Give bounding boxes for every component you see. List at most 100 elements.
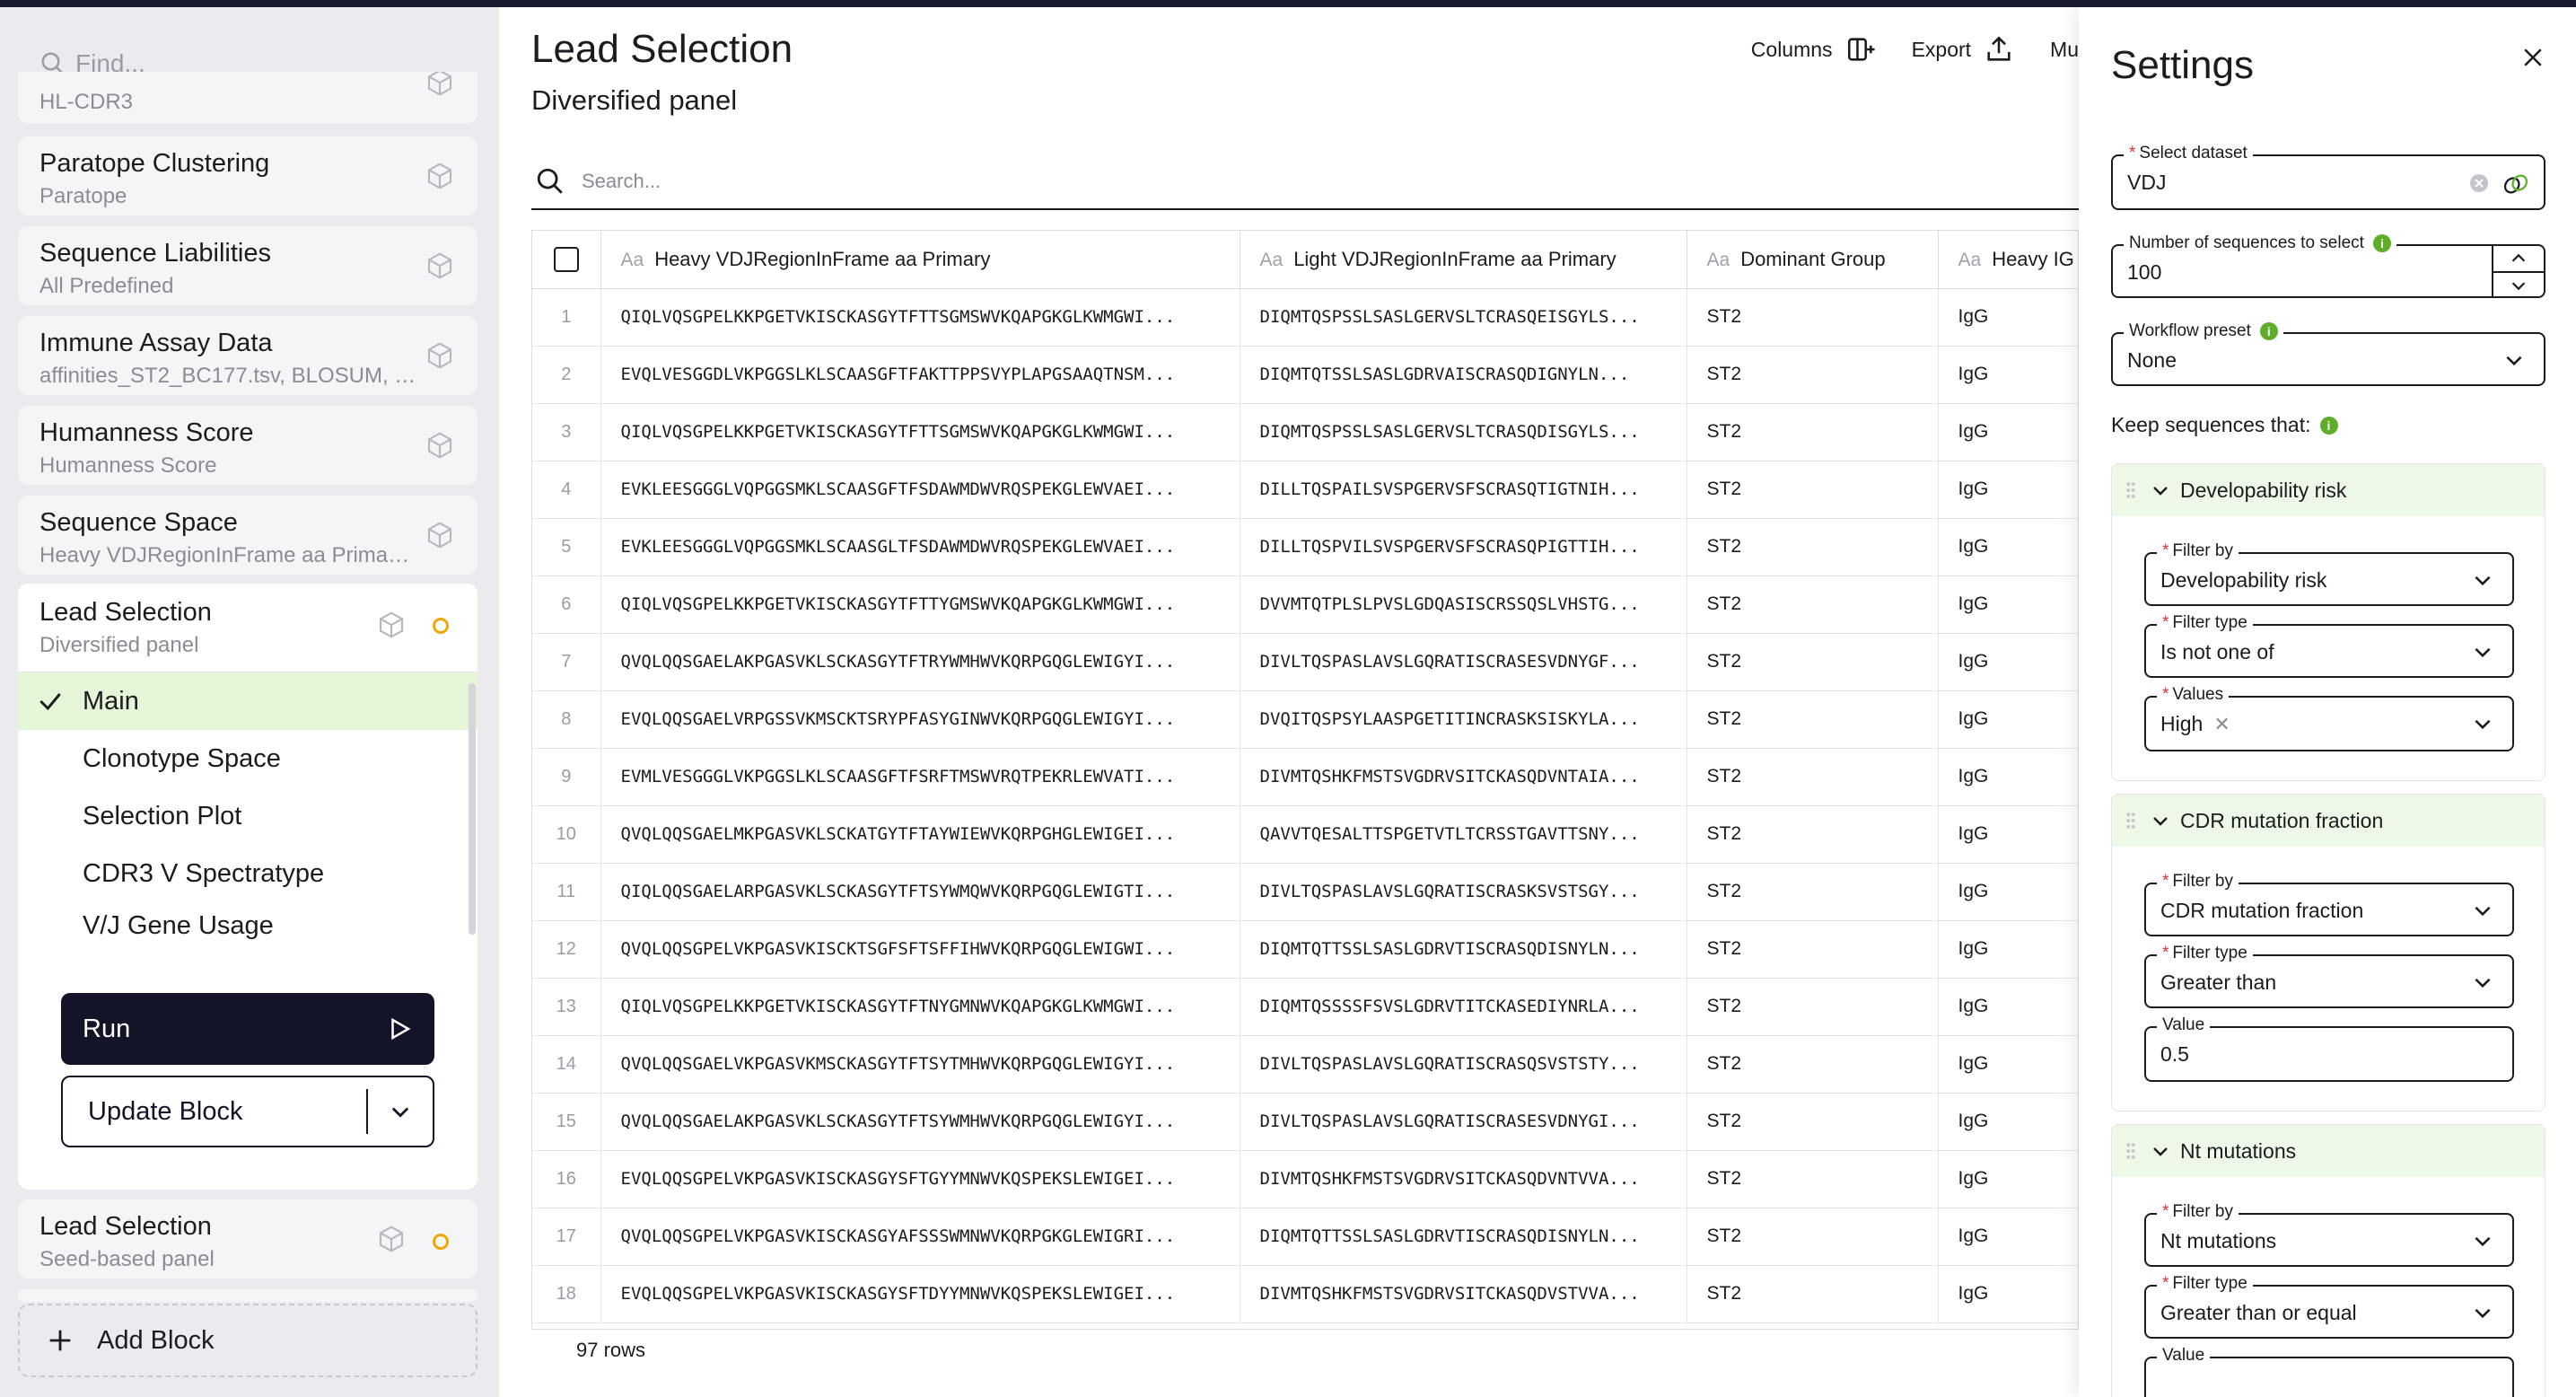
column-header-heavy[interactable]: Aa Heavy VDJRegionInFrame aa Primary	[600, 231, 1240, 289]
block-subtitle: affinities_ST2_BC177.tsv, BLOSUM, i...	[39, 364, 416, 388]
block-card-lead-selection-seed[interactable]: Lead Selection Seed-based panel	[18, 1199, 478, 1278]
text-type-icon: Aa	[1259, 249, 1284, 270]
cell-light-sequence: DIVLTQSPASLAVSLGQRATISCRASESVDNYGI...	[1240, 1093, 1687, 1151]
block-card-sequence-space[interactable]: Sequence Space Heavy VDJRegionInFrame aa…	[18, 496, 478, 575]
drag-handle-icon[interactable]	[2125, 480, 2137, 500]
table-row[interactable]: 1 QIQLVQSGPELKKPGETVKISCKASGYTFTTSGMSWVKQ…	[532, 288, 2078, 347]
block-card-cdr3[interactable]: HL-CDR3	[18, 72, 478, 124]
row-number: 3	[532, 403, 601, 461]
columns-icon	[1847, 38, 1875, 61]
filter-by-select[interactable]: * Filter by Developability risk	[2144, 541, 2514, 606]
table-row[interactable]: 8 EVQLQQSGAELVRPGSSVKMSCKTSRYPFASYGINWVKQ…	[532, 690, 2078, 749]
table-row[interactable]: 12 QVQLQQSGPELVKPGASVKISCKTSGFSFTSFFIHWVK…	[532, 920, 2078, 979]
table-row[interactable]: 11 QIQLQQSGAELARPGASVKLSCKASGYTFTSYWMQWVK…	[532, 863, 2078, 921]
filter-type-select[interactable]: * Filter type Is not one of	[2144, 613, 2514, 678]
block-title: Sequence Liabilities	[39, 239, 271, 268]
active-block-header[interactable]: Lead Selection Diversified panel	[18, 584, 478, 670]
run-button[interactable]: Run	[61, 993, 434, 1065]
cube-icon	[427, 342, 452, 369]
more-label: Mu	[2050, 37, 2079, 61]
cell-heavy-sequence: EVQLQQSGPELVKPGASVKISCKASGYSFTGYYMNWVKQS…	[600, 1150, 1240, 1208]
toolbar: Columns Export Mu	[1751, 34, 2079, 65]
table-row[interactable]: 3 QIQLVQSGPELKKPGETVKISCKASGYTFTTSGMSWVKQ…	[532, 403, 2078, 461]
subnav-item-vj-gene-usage[interactable]: V/J Gene Usage	[18, 902, 478, 942]
filter-by-select[interactable]: * Filter by CDR mutation fraction	[2144, 872, 2514, 936]
filter-header[interactable]: Nt mutations	[2112, 1125, 2545, 1177]
cell-light-sequence: DVQITQSPSYLAASPGETITINCRASKSISKYLA...	[1240, 690, 1687, 749]
table-row[interactable]: 10 QVQLQQSGAELMKPGASVKLSCKATGYTFTAYWIEWVK…	[532, 805, 2078, 864]
table-row[interactable]: 7 QVQLQQSGAELAKPGASVKLSCKASGYTFTRYWMHWVKQ…	[532, 633, 2078, 691]
more-button[interactable]: Mu	[2050, 38, 2079, 62]
cell-heavy-sequence: EVQLQQSGPELVKPGASVKISCKASGYSFTDYYMNWVKQS…	[600, 1265, 1240, 1323]
block-card-humanness-score[interactable]: Humanness Score Humanness Score	[18, 406, 478, 485]
table-row[interactable]: 5 EVKLEESGGGLVQPGGSMKLSCAASGLTFSDAWMDWVRQ…	[532, 518, 2078, 576]
cube-icon	[379, 611, 404, 638]
table-row[interactable]: 9 EVMLVESGGGLVKPGGSLKLSCAASGFTFSRFTMSWVRQ…	[532, 748, 2078, 806]
cube-icon	[427, 163, 452, 189]
remove-tag-icon[interactable]: ✕	[2213, 713, 2230, 736]
update-block-button[interactable]: Update Block	[61, 1076, 434, 1147]
columns-button[interactable]: Columns	[1751, 34, 1876, 65]
value-input[interactable]: Value 0.5	[2144, 1015, 2514, 1082]
table-row[interactable]: 17 QVQLQQSGPELVKPGASVKISCKASGYAFSSSWMNWVK…	[532, 1208, 2078, 1266]
add-block-button[interactable]: Add Block	[18, 1304, 478, 1377]
subnav-item-selection-plot[interactable]: Selection Plot	[18, 787, 478, 845]
cell-light-sequence: DVVMTQTPLSLPVSLGDQASISCRSSQSLVHSTG...	[1240, 575, 1687, 634]
filter-type-select[interactable]: * Filter type Greater than	[2144, 944, 2514, 1008]
close-icon	[2524, 48, 2542, 66]
page-subtitle: Diversified panel	[531, 84, 738, 116]
table-row[interactable]: 4 EVKLEESGGGLVQPGGSMKLSCAASGFTFSDAWMDWVRQ…	[532, 461, 2078, 519]
table-row[interactable]: 14 QVQLQQSGAELVKPGASVKMSCKASGYTFTSYTMHWVK…	[532, 1035, 2078, 1094]
clear-icon[interactable]	[2468, 172, 2490, 194]
column-header-heavy-ig[interactable]: Aa Heavy IG is	[1938, 231, 2078, 289]
table-row[interactable]: 15 QVQLQQSGAELAKPGASVKLSCKASGYTFTSYWMHWVK…	[532, 1093, 2078, 1151]
value-input[interactable]: Value	[2144, 1346, 2514, 1397]
workflow-preset-select[interactable]: Workflow preset i None	[2111, 321, 2545, 386]
search-input[interactable]	[582, 170, 1928, 193]
subnav-item-cdr3-spectratype[interactable]: CDR3 V Spectratype	[18, 845, 478, 902]
row-number: 17	[532, 1208, 601, 1266]
info-icon: i	[2319, 416, 2338, 435]
filter-type-select[interactable]: * Filter type Greater than or equal	[2144, 1274, 2514, 1339]
block-card-immune-assay-data[interactable]: Immune Assay Data affinities_ST2_BC177.t…	[18, 316, 478, 395]
block-card-sequence-liabilities[interactable]: Sequence Liabilities All Predefined	[18, 226, 478, 305]
close-button[interactable]	[2515, 40, 2551, 75]
filter-header[interactable]: Developability risk	[2112, 464, 2545, 516]
text-type-icon: Aa	[620, 249, 644, 270]
block-title: Sequence Space	[39, 508, 238, 537]
cell-heavy-sequence: QVQLQQSGAELMKPGASVKLSCKATGYTFTAYWIEWVKQR…	[600, 805, 1240, 864]
table-row[interactable]: 18 EVQLQQSGPELVKPGASVKISCKASGYSFTDYYMNWVK…	[532, 1265, 2078, 1323]
link-icon[interactable]	[2501, 169, 2531, 199]
block-card-paratope-clustering[interactable]: Paratope Clustering Paratope	[18, 136, 478, 215]
chevron-down-icon	[2506, 356, 2522, 366]
table-row[interactable]: 2 EVQLVESGGDLVKPGGSLKLSCAASGFTFAKTTPPSVYP…	[532, 346, 2078, 404]
column-header-light[interactable]: Aa Light VDJRegionInFrame aa Primary	[1240, 231, 1687, 289]
dataset-select[interactable]: * Select dataset VDJ	[2111, 144, 2545, 210]
increment-button[interactable]	[2493, 246, 2544, 271]
info-icon: i	[2259, 321, 2278, 340]
chevron-down-icon	[2475, 1308, 2491, 1319]
subnav-item-clonotype-space[interactable]: Clonotype Space	[18, 730, 478, 787]
cell-heavy-ig: IgG	[1938, 346, 2078, 404]
drag-handle-icon[interactable]	[2125, 811, 2137, 830]
decrement-button[interactable]	[2493, 273, 2544, 298]
num-sequences-field[interactable]: Number of sequences to select i 100	[2111, 233, 2545, 298]
export-button[interactable]: Export	[1912, 34, 2014, 65]
update-dropdown-toggle[interactable]	[368, 1099, 433, 1124]
cell-heavy-ig: IgG	[1938, 748, 2078, 806]
column-header-dominant-group[interactable]: Aa Dominant Group	[1687, 231, 1939, 289]
cell-light-sequence: DIQMTQSPSSLSASLGERVSLTCRASQDISGYLS...	[1240, 403, 1687, 461]
values-multiselect[interactable]: * Values High ✕	[2144, 685, 2514, 751]
drag-handle-icon[interactable]	[2125, 1141, 2137, 1161]
subnav-scrollbar[interactable]	[469, 683, 476, 935]
status-dot	[433, 618, 449, 634]
cell-dominant-group: ST2	[1687, 346, 1939, 404]
table-row[interactable]: 13 QIQLVQSGPELKKPGETVKISCKASGYTFTNYGMNWVK…	[532, 978, 2078, 1036]
filter-by-select[interactable]: * Filter by Nt mutations	[2144, 1202, 2514, 1267]
filter-header[interactable]: CDR mutation fraction	[2112, 795, 2545, 847]
select-all-checkbox[interactable]	[553, 246, 579, 272]
table-row[interactable]: 6 QIQLVQSGPELKKPGETVKISCKASGYTFTTYGMSWVKQ…	[532, 575, 2078, 634]
table-row[interactable]: 16 EVQLQQSGPELVKPGASVKISCKASGYSFTGYYMNWVK…	[532, 1150, 2078, 1208]
subnav-item-main[interactable]: Main	[18, 672, 478, 730]
row-number: 4	[532, 461, 601, 519]
